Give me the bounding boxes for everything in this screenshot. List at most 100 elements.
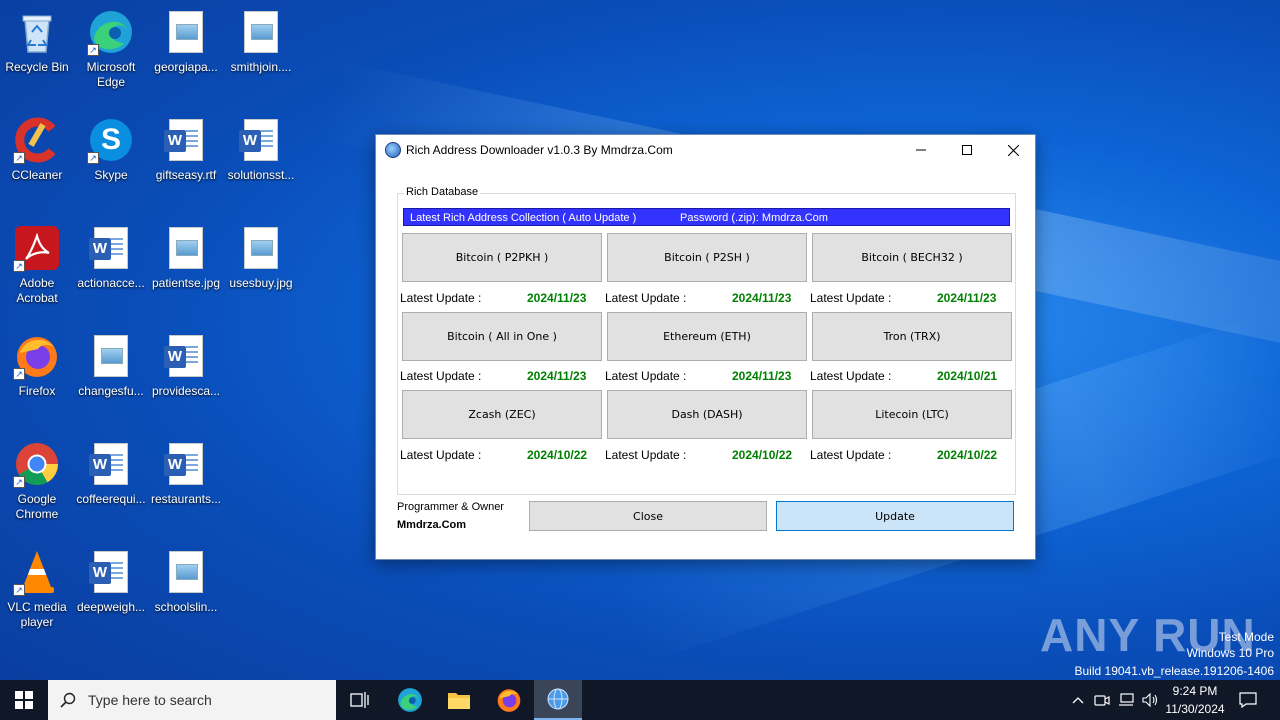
desktop-icon-georgiapa[interactable]: georgiapa... [149, 8, 223, 75]
word-document-icon: W [87, 440, 135, 488]
maximize-button[interactable] [944, 135, 990, 165]
word-document-icon: W [87, 224, 135, 272]
tray-meet-now[interactable] [1092, 680, 1112, 720]
windows-logo-icon [15, 691, 33, 709]
bitcoin-bech32-button[interactable]: Bitcoin ( BECH32 ) [812, 233, 1012, 282]
desktop-icon-usesbuy[interactable]: usesbuy.jpg [224, 224, 298, 291]
close-button[interactable]: Close [529, 501, 767, 531]
title-bar[interactable]: Rich Address Downloader v1.0.3 By Mmdrza… [376, 135, 1035, 165]
desktop-icon-label: giftseasy.rtf [155, 168, 217, 182]
desktop-icon-solutionsst[interactable]: W solutionsst... [224, 116, 298, 183]
dash-button[interactable]: Dash (DASH) [607, 390, 807, 439]
desktop-icon-smithjoin[interactable]: smithjoin.... [224, 8, 298, 75]
update-date-dash: 2024/10/22 [732, 448, 793, 462]
desktop-icon-recycle-bin[interactable]: Recycle Bin [0, 8, 74, 75]
taskbar-firefox[interactable] [485, 680, 533, 720]
bitcoin-all-in-one-button[interactable]: Bitcoin ( All in One ) [402, 312, 602, 361]
taskbar-edge[interactable] [386, 680, 434, 720]
network-icon [1119, 693, 1134, 706]
desktop-icon-patientse[interactable]: patientse.jpg [149, 224, 223, 291]
image-file-icon [162, 8, 210, 56]
taskbar-rich-address-downloader[interactable] [534, 680, 582, 720]
image-file-icon [87, 332, 135, 380]
update-date-bitcoin-p2pkh: 2024/11/23 [527, 291, 587, 305]
desktop-icon-giftseasy[interactable]: W giftseasy.rtf [149, 116, 223, 183]
desktop-icon-label: providesca... [151, 384, 221, 398]
desktop-icon-label: CCleaner [11, 168, 63, 182]
start-button[interactable] [0, 680, 48, 720]
tray-network[interactable] [1116, 680, 1136, 720]
image-file-icon [237, 224, 285, 272]
desktop-icon-skype[interactable]: S ↗ Skype [74, 116, 148, 183]
update-date-litecoin: 2024/10/22 [937, 448, 998, 462]
desktop-icon-actionacce[interactable]: W actionacce... [74, 224, 148, 291]
update-date-bitcoin-bech32: 2024/11/23 [937, 291, 997, 305]
update-button[interactable]: Update [776, 501, 1014, 531]
latest-update-label: Latest Update : [810, 291, 892, 305]
desktop-icon-label: Skype [94, 168, 128, 182]
programmer-name: Mmdrza.Com [397, 519, 467, 531]
desktop-icon-ccleaner[interactable]: ↗ CCleaner [0, 116, 74, 183]
word-document-icon: W [162, 116, 210, 164]
meet-now-icon [1094, 695, 1110, 706]
ccleaner-icon: ↗ [13, 116, 61, 164]
taskbar-search-box[interactable]: Type here to search [48, 680, 336, 720]
desktop-icon-label: georgiapa... [154, 60, 218, 74]
latest-update-label: Latest Update : [605, 369, 687, 383]
folder-icon [448, 693, 470, 709]
task-view-button[interactable] [336, 680, 384, 720]
latest-update-label: Latest Update : [605, 291, 687, 305]
maximize-icon [962, 145, 972, 155]
edge-icon: ↗ [87, 8, 135, 56]
word-document-icon: W [87, 548, 135, 596]
desktop-icon-google-chrome[interactable]: ↗ Google Chrome [0, 440, 74, 522]
desktop-icon-deepweigh[interactable]: W deepweigh... [74, 548, 148, 615]
ethereum-button[interactable]: Ethereum (ETH) [607, 312, 807, 361]
taskbar-file-explorer[interactable] [435, 680, 483, 720]
bitcoin-p2pkh-button[interactable]: Bitcoin ( P2PKH ) [402, 233, 602, 282]
desktop-icon-coffeerequi[interactable]: W coffeerequi... [74, 440, 148, 507]
speaker-icon [1142, 693, 1158, 707]
rich-database-group: Rich Database Latest Rich Address Collec… [397, 186, 1016, 495]
desktop-icon-label: deepweigh... [76, 600, 146, 614]
litecoin-button[interactable]: Litecoin (LTC) [812, 390, 1012, 439]
action-center-button[interactable] [1234, 680, 1262, 720]
recycle-bin-icon [13, 8, 61, 56]
minimize-button[interactable] [898, 135, 944, 165]
skype-icon: S ↗ [87, 116, 135, 164]
search-placeholder: Type here to search [88, 692, 212, 708]
latest-update-label: Latest Update : [605, 448, 687, 462]
window-title: Rich Address Downloader v1.0.3 By Mmdrza… [406, 143, 673, 157]
update-date-tron: 2024/10/21 [937, 369, 998, 383]
desktop-icon-providesca[interactable]: W providesca... [149, 332, 223, 399]
desktop-icon-firefox[interactable]: ↗ Firefox [0, 332, 74, 399]
update-date-zcash: 2024/10/22 [527, 448, 588, 462]
tray-overflow-button[interactable] [1068, 680, 1088, 720]
desktop-icon-label: actionacce... [77, 276, 145, 290]
desktop-icon-label: schoolslin... [154, 600, 218, 614]
watermark-build: Build 19041.vb_release.191206-1406 [1074, 664, 1275, 678]
update-date-bitcoin-p2sh: 2024/11/23 [732, 291, 792, 305]
desktop-icon-adobe-acrobat[interactable]: ↗ Adobe Acrobat [0, 224, 74, 306]
clock-date: 11/30/2024 [1165, 702, 1225, 716]
latest-update-label: Latest Update : [400, 291, 482, 305]
clock-time: 9:24 PM [1172, 684, 1218, 698]
latest-update-label: Latest Update : [400, 448, 482, 462]
app-window: Rich Address Downloader v1.0.3 By Mmdrza… [375, 134, 1036, 560]
bitcoin-p2sh-button[interactable]: Bitcoin ( P2SH ) [607, 233, 807, 282]
banner-auto-update: Latest Rich Address Collection ( Auto Up… [410, 212, 637, 224]
close-window-button[interactable] [990, 135, 1036, 165]
desktop-icon-restaurants[interactable]: W restaurants... [149, 440, 223, 507]
tron-button[interactable]: Tron (TRX) [812, 312, 1012, 361]
firefox-icon [497, 689, 521, 712]
desktop-icon-label: restaurants... [150, 492, 222, 506]
desktop-icon-vlc[interactable]: ↗ VLC media player [0, 548, 74, 630]
task-view-icon [350, 692, 369, 708]
zcash-button[interactable]: Zcash (ZEC) [402, 390, 602, 439]
desktop-icon-microsoft-edge[interactable]: ↗ Microsoft Edge [74, 8, 148, 90]
desktop-icon-changesfu[interactable]: changesfu... [74, 332, 148, 399]
tray-volume[interactable] [1140, 680, 1160, 720]
taskbar-clock[interactable]: 9:24 PM 11/30/2024 [1158, 682, 1232, 718]
desktop-icon-schoolslin[interactable]: schoolslin... [149, 548, 223, 615]
image-file-icon [162, 224, 210, 272]
